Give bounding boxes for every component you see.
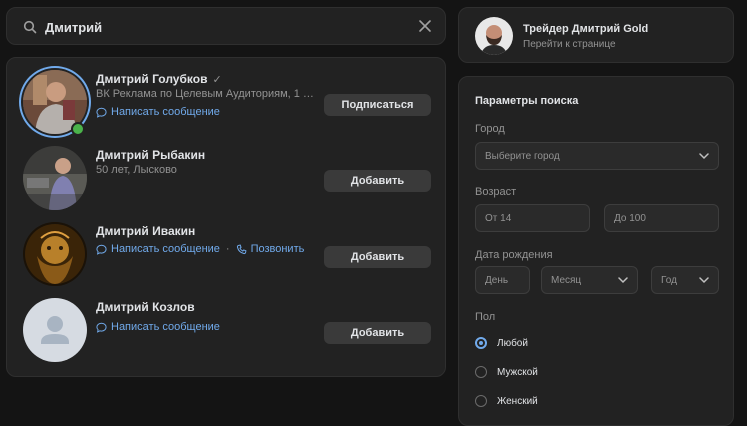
month-placeholder: Месяц xyxy=(551,274,582,286)
message-link[interactable]: Написать сообщение xyxy=(96,106,220,118)
call-link[interactable]: Позвонить xyxy=(236,243,305,255)
radio-icon xyxy=(475,366,487,378)
avatar[interactable] xyxy=(475,17,513,55)
year-select[interactable]: Год xyxy=(651,266,719,294)
city-select[interactable]: Выберите город xyxy=(475,142,719,170)
avatar[interactable] xyxy=(23,298,87,362)
message-icon xyxy=(96,322,107,333)
search-bar xyxy=(6,7,446,45)
result-name[interactable]: Дмитрий Голубков ✓ xyxy=(96,72,222,86)
gender-male-radio[interactable]: Мужской xyxy=(475,366,538,378)
close-icon[interactable] xyxy=(417,18,433,34)
result-subtitle: ВК Реклама по Целевым Аудиториям, 1 87..… xyxy=(96,88,314,100)
list-item: Дмитрий Козлов Написать сообщение Добави… xyxy=(7,296,445,372)
city-label: Город xyxy=(475,123,505,135)
gender-option-label: Мужской xyxy=(497,366,538,378)
age-to-input[interactable]: До 100 xyxy=(604,204,719,232)
gender-option-label: Женский xyxy=(497,395,538,407)
list-item: Дмитрий Ивакин Написать сообщение · Позв… xyxy=(7,220,445,296)
gender-female-radio[interactable]: Женский xyxy=(475,395,538,407)
search-filters: Параметры поиска Город Выберите город Во… xyxy=(458,76,734,426)
search-icon xyxy=(23,20,37,34)
result-actions: Написать сообщение xyxy=(96,321,220,333)
avatar[interactable] xyxy=(23,146,87,210)
avatar[interactable] xyxy=(23,222,87,286)
result-subtitle: 50 лет, Лысково xyxy=(96,164,177,176)
gender-option-label: Любой xyxy=(497,337,528,349)
result-name[interactable]: Дмитрий Рыбакин xyxy=(96,148,205,162)
add-friend-button[interactable]: Добавить xyxy=(324,170,431,192)
list-item: Дмитрий Голубков ✓ ВК Реклама по Целевым … xyxy=(7,68,445,144)
month-select[interactable]: Месяц xyxy=(541,266,638,294)
online-indicator xyxy=(71,122,85,136)
age-from-input[interactable]: От 14 xyxy=(475,204,590,232)
chevron-down-icon xyxy=(699,153,709,160)
list-item: Дмитрий Рыбакин 50 лет, Лысково Добавить xyxy=(7,144,445,220)
year-placeholder: Год xyxy=(661,274,677,286)
phone-icon xyxy=(236,244,247,254)
result-name[interactable]: Дмитрий Ивакин xyxy=(96,224,195,238)
day-select[interactable]: День xyxy=(475,266,530,294)
city-placeholder: Выберите город xyxy=(485,150,560,162)
chevron-down-icon xyxy=(699,277,709,284)
verified-icon: ✓ xyxy=(212,74,222,86)
user-placeholder-icon xyxy=(41,316,69,344)
filters-title: Параметры поиска xyxy=(475,95,579,107)
radio-checked-icon xyxy=(475,337,487,349)
gender-any-radio[interactable]: Любой xyxy=(475,337,528,349)
message-icon xyxy=(96,107,107,118)
separator-dot: · xyxy=(225,243,230,255)
search-results: Дмитрий Голубков ✓ ВК Реклама по Целевым … xyxy=(6,57,446,377)
radio-icon xyxy=(475,395,487,407)
message-link[interactable]: Написать сообщение xyxy=(96,243,220,255)
profile-name: Трейдер Дмитрий Gold xyxy=(523,23,649,35)
result-actions: Написать сообщение xyxy=(96,106,220,118)
call-label: Позвонить xyxy=(250,243,305,255)
result-name[interactable]: Дмитрий Козлов xyxy=(96,300,195,314)
add-friend-button[interactable]: Добавить xyxy=(324,322,431,344)
message-label: Написать сообщение xyxy=(111,106,220,118)
result-actions: Написать сообщение · Позвонить xyxy=(96,243,304,255)
profile-card[interactable]: Трейдер Дмитрий Gold Перейти к странице xyxy=(458,7,734,63)
message-link[interactable]: Написать сообщение xyxy=(96,321,220,333)
message-label: Написать сообщение xyxy=(111,243,220,255)
message-label: Написать сообщение xyxy=(111,321,220,333)
message-icon xyxy=(96,244,107,255)
search-input[interactable] xyxy=(45,17,405,37)
subscribe-button[interactable]: Подписаться xyxy=(324,94,431,116)
birth-date-label: Дата рождения xyxy=(475,249,553,261)
gender-label: Пол xyxy=(475,311,496,323)
age-label: Возраст xyxy=(475,186,517,198)
add-friend-button[interactable]: Добавить xyxy=(324,246,431,268)
profile-link[interactable]: Перейти к странице xyxy=(523,39,616,50)
chevron-down-icon xyxy=(618,277,628,284)
